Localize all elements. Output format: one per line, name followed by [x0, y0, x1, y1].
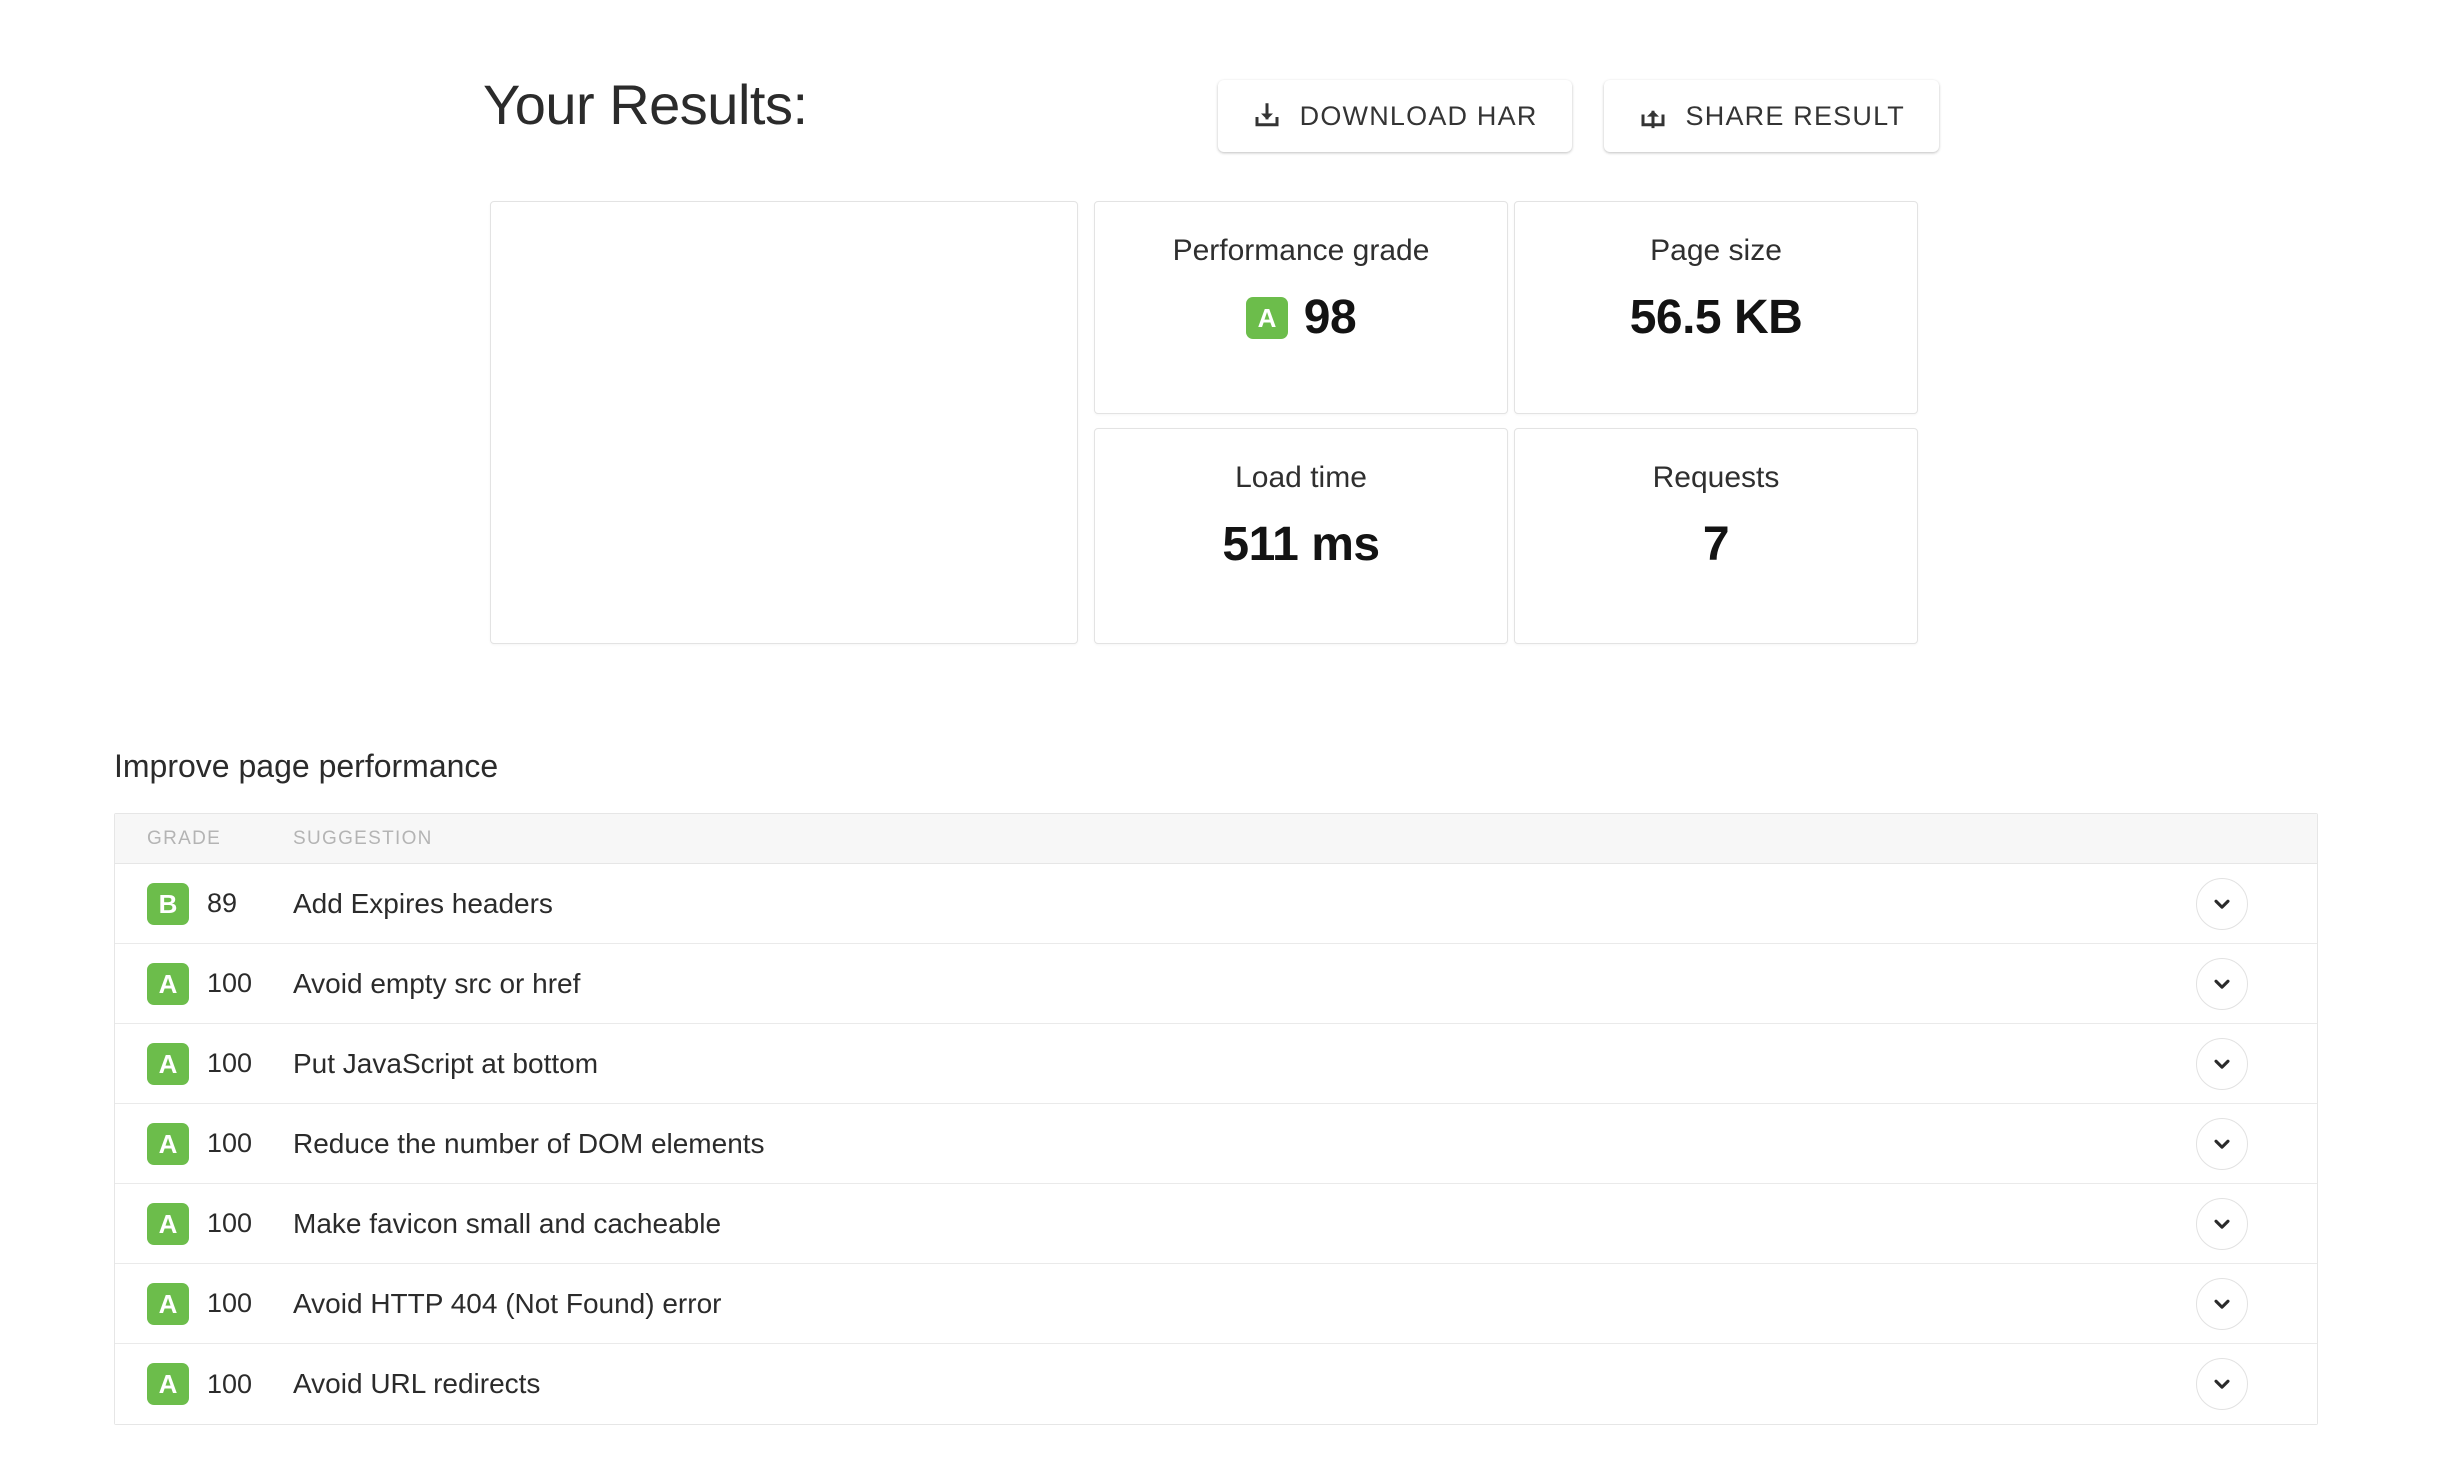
results-page: Your Results: DOWNLOAD HAR SHARE RESULT … — [0, 0, 2444, 1476]
column-header-suggestion: SUGGESTION — [293, 827, 433, 849]
row-grade-badge: A — [147, 1202, 189, 1245]
suggestions-table: GRADE SUGGESTION B 89 Add Expires header… — [114, 813, 2318, 1425]
row-suggestion-label: Reduce the number of DOM elements — [293, 1127, 765, 1159]
share-result-label: SHARE RESULT — [1685, 100, 1905, 131]
row-grade-badge: B — [147, 882, 189, 925]
page-title: Your Results: — [483, 73, 808, 136]
expand-row-button[interactable] — [2196, 1197, 2248, 1250]
row-expand-cell — [2127, 1277, 2317, 1330]
row-grade-cell: A 100 — [115, 1282, 293, 1325]
header-actions: DOWNLOAD HAR SHARE RESULT — [1217, 80, 1939, 152]
row-expand-cell — [2127, 1358, 2317, 1410]
expand-row-button[interactable] — [2196, 1358, 2248, 1410]
row-grade-badge: A — [147, 962, 189, 1005]
expand-row-button[interactable] — [2196, 957, 2248, 1010]
row-grade-badge: A — [147, 1282, 189, 1325]
table-row[interactable]: A 100 Put JavaScript at bottom — [115, 1024, 2317, 1104]
metric-cards: Performance grade A 98 Page size 56.5 KB… — [490, 198, 1918, 644]
row-grade-badge: A — [147, 1363, 189, 1405]
expand-row-button[interactable] — [2196, 1037, 2248, 1090]
row-score: 100 — [207, 1208, 253, 1238]
row-grade-badge: A — [147, 1042, 189, 1085]
row-score: 100 — [207, 1048, 253, 1078]
chevron-down-icon — [2211, 893, 2233, 915]
row-suggestion-label: Add Expires headers — [293, 887, 553, 919]
expand-row-button[interactable] — [2196, 1277, 2248, 1330]
table-row[interactable]: A 100 Make favicon small and cacheable — [115, 1184, 2317, 1264]
performance-grade-badge: A — [1245, 296, 1288, 339]
row-grade-badge: A — [147, 1122, 189, 1165]
row-suggestion-label: Avoid empty src or href — [293, 967, 581, 999]
row-score: 100 — [207, 968, 253, 998]
table-row[interactable]: A 100 Avoid HTTP 404 (Not Found) error — [115, 1264, 2317, 1344]
row-score: 100 — [207, 1128, 253, 1158]
load-time-title: Load time — [1235, 461, 1367, 494]
row-suggestion-label: Make favicon small and cacheable — [293, 1207, 722, 1239]
row-grade-cell: A 100 — [115, 1202, 293, 1245]
performance-grade-score: 98 — [1303, 291, 1357, 344]
row-expand-cell — [2127, 1037, 2317, 1090]
download-icon — [1252, 101, 1282, 131]
expand-row-button[interactable] — [2196, 877, 2248, 930]
chevron-down-icon — [2211, 1373, 2233, 1395]
performance-grade-value-row: A 98 — [1095, 290, 1507, 345]
expand-row-button[interactable] — [2196, 1117, 2248, 1170]
requests-title: Requests — [1652, 461, 1780, 494]
chevron-down-icon — [2211, 1133, 2233, 1155]
table-row[interactable]: A 100 Avoid URL redirects — [115, 1344, 2317, 1424]
table-row[interactable]: A 100 Reduce the number of DOM elements — [115, 1104, 2317, 1184]
row-suggestion-label: Put JavaScript at bottom — [293, 1047, 599, 1079]
row-score: 100 — [207, 1288, 253, 1318]
load-time-value: 511 ms — [1222, 518, 1380, 571]
table-row[interactable]: A 100 Avoid empty src or href — [115, 944, 2317, 1024]
table-header-row: GRADE SUGGESTION — [115, 814, 2317, 864]
requests-value: 7 — [1702, 518, 1730, 571]
row-grade-cell: B 89 — [115, 882, 293, 925]
row-grade-cell: A 100 — [115, 962, 293, 1005]
row-expand-cell — [2127, 1117, 2317, 1170]
column-header-grade: GRADE — [147, 827, 222, 849]
download-har-button[interactable]: DOWNLOAD HAR — [1217, 80, 1572, 152]
results-header: Your Results: DOWNLOAD HAR SHARE RESULT — [483, 62, 1939, 152]
row-expand-cell — [2127, 877, 2317, 930]
row-score: 89 — [207, 888, 238, 918]
row-expand-cell — [2127, 1197, 2317, 1250]
row-suggestion-label: Avoid URL redirects — [293, 1368, 541, 1399]
page-size-card: Page size 56.5 KB — [1514, 201, 1918, 414]
share-result-button[interactable]: SHARE RESULT — [1603, 80, 1939, 152]
share-icon — [1638, 101, 1668, 131]
chevron-down-icon — [2211, 1053, 2233, 1075]
performance-grade-card: Performance grade A 98 — [1094, 201, 1508, 414]
chevron-down-icon — [2211, 1213, 2233, 1235]
improve-page-performance-heading: Improve page performance — [114, 748, 499, 784]
row-score: 100 — [207, 1368, 253, 1399]
row-suggestion-label: Avoid HTTP 404 (Not Found) error — [293, 1287, 722, 1319]
page-size-title: Page size — [1650, 234, 1782, 267]
suggestions-rows: B 89 Add Expires headers A 100 Avoid emp… — [115, 864, 2317, 1424]
download-har-label: DOWNLOAD HAR — [1299, 100, 1538, 131]
page-screenshot-card — [490, 201, 1078, 644]
row-expand-cell — [2127, 957, 2317, 1010]
chevron-down-icon — [2211, 973, 2233, 995]
row-grade-cell: A 100 — [115, 1363, 293, 1405]
chevron-down-icon — [2211, 1293, 2233, 1315]
requests-card: Requests 7 — [1514, 428, 1918, 644]
performance-grade-title: Performance grade — [1172, 234, 1430, 267]
row-grade-cell: A 100 — [115, 1122, 293, 1165]
load-time-card: Load time 511 ms — [1094, 428, 1508, 644]
row-grade-cell: A 100 — [115, 1042, 293, 1085]
page-size-value: 56.5 KB — [1629, 291, 1803, 344]
table-row[interactable]: B 89 Add Expires headers — [115, 864, 2317, 944]
